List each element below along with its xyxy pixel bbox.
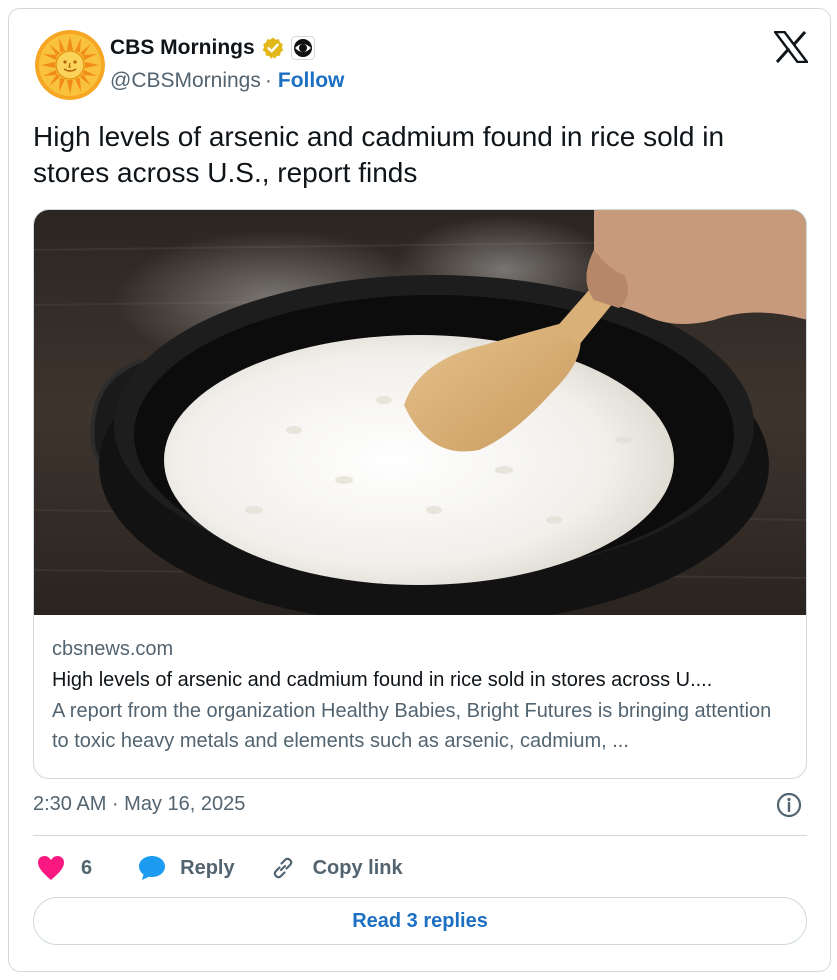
reply-bubble-icon — [139, 856, 166, 880]
handle-separator: · — [264, 69, 272, 92]
like-count: 6 — [81, 856, 93, 879]
link-preview-card[interactable]: cbsnews.com High levels of arsenic and c… — [33, 209, 807, 779]
link-title[interactable]: High levels of arsenic and cadmium found… — [52, 664, 792, 696]
info-icon[interactable] — [776, 792, 802, 818]
reply-button[interactable]: Reply — [138, 855, 235, 881]
follow-button[interactable]: Follow — [278, 69, 345, 93]
verified-badge-icon — [262, 37, 283, 59]
like-button[interactable]: 6 — [37, 855, 92, 881]
link-icon — [273, 857, 292, 879]
read-replies-button[interactable]: Read 3 replies — [33, 897, 807, 945]
divider — [33, 835, 807, 836]
copy-link-label: Copy link — [312, 856, 403, 879]
author-display-name[interactable]: CBS Mornings — [110, 36, 255, 60]
link-preview-image[interactable] — [34, 210, 807, 615]
copy-link-button[interactable]: Copy link — [269, 854, 403, 882]
author-name-row: CBS Mornings — [110, 36, 315, 60]
tweet-embed-card: CBS Mornings @CBSMornings · Follow High … — [8, 8, 831, 972]
link-description: A report from the organization Healthy B… — [52, 700, 772, 752]
x-logo-icon[interactable] — [774, 31, 808, 63]
reply-label: Reply — [180, 856, 235, 879]
author-handle[interactable]: @CBSMornings — [110, 69, 261, 93]
action-bar: 6 Reply Copy link — [37, 853, 403, 883]
heart-icon — [38, 856, 64, 880]
cbs-eye-icon[interactable] — [290, 36, 315, 60]
author-handle-row: @CBSMornings · Follow — [110, 69, 344, 93]
link-meta: cbsnews.com High levels of arsenic and c… — [52, 634, 792, 756]
tweet-text: High levels of arsenic and cadmium found… — [33, 121, 725, 188]
avatar[interactable] — [35, 30, 105, 100]
cbs-sun-logo-icon — [35, 30, 105, 100]
tweet-timestamp[interactable]: 2:30 AM · May 16, 2025 — [33, 793, 245, 816]
link-domain[interactable]: cbsnews.com — [52, 634, 792, 664]
